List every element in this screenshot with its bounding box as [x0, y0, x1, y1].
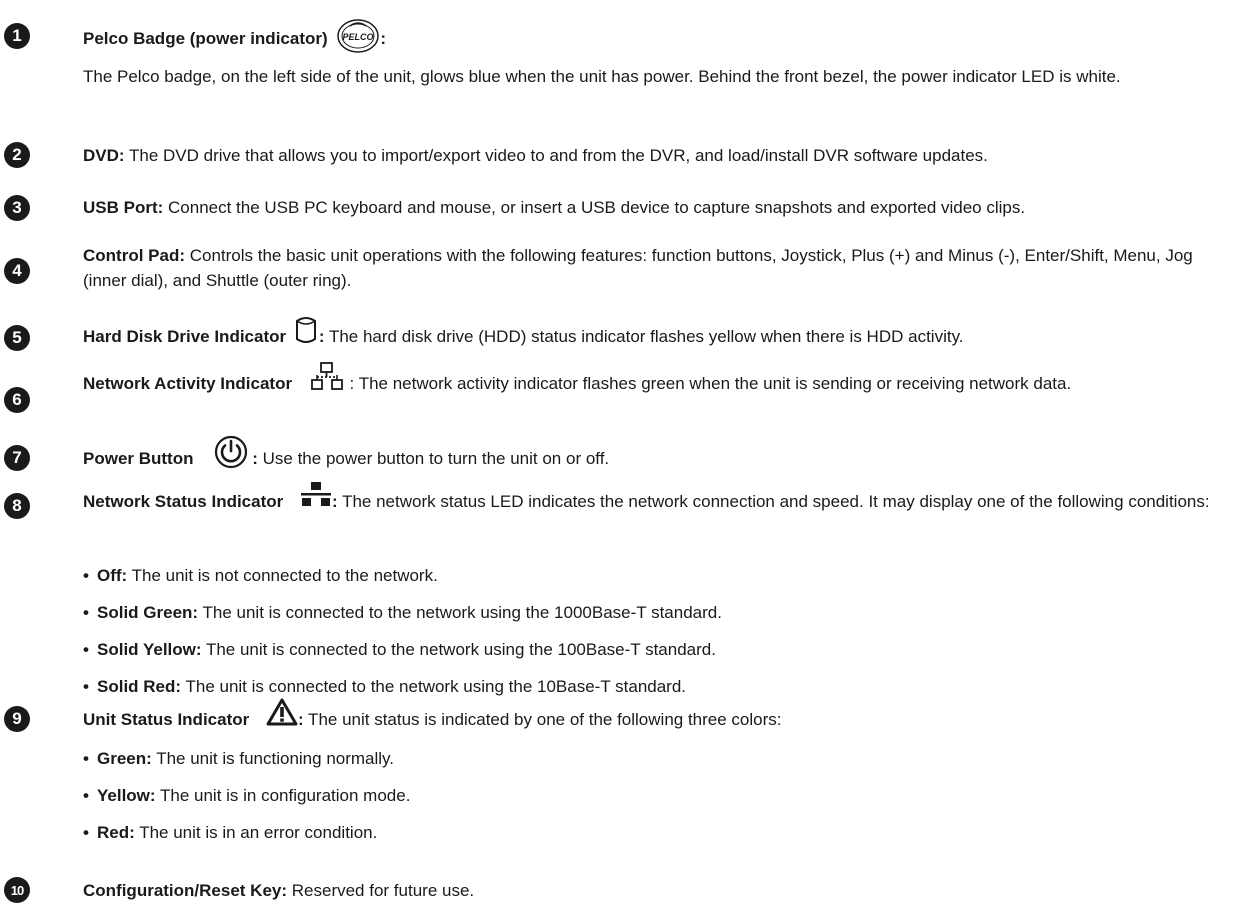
callout-number-9: 9 [4, 706, 30, 732]
item-title: Pelco Badge (power indicator) [83, 28, 328, 48]
item-text: The unit status is indicated by one of t… [303, 710, 782, 729]
network-activity-icon [310, 361, 343, 398]
power-icon [214, 435, 248, 476]
item-title: Power Button [83, 448, 194, 468]
list-item: • Red: The unit is in an error condition. [83, 823, 378, 842]
callout-number-5: 5 [4, 325, 30, 351]
callout-number-2: 2 [4, 142, 30, 168]
list-item: • Yellow: The unit is in configuration mo… [83, 786, 411, 805]
pelco-logo-icon: PELCO [336, 18, 380, 61]
list-item: • Solid Green: The unit is connected to t… [83, 603, 722, 622]
list-item: • Off: The unit is not connected to the n… [83, 566, 438, 585]
item-1-text: The Pelco badge, on the left side of the… [83, 67, 1121, 86]
item-title: Network Status Indicator [83, 492, 284, 511]
callout-number-10: 10 [4, 877, 30, 903]
callout-number-6: 6 [4, 387, 30, 413]
pelco-logo-text: PELCO [343, 32, 374, 42]
callout-number-3: 3 [4, 195, 30, 221]
item-text: The network status LED indicates the net… [337, 492, 1210, 511]
item-text: Controls the basic unit operations with … [83, 246, 1193, 290]
item-text: Reserved for future use. [287, 881, 475, 900]
warning-triangle-icon [266, 698, 298, 733]
item-text: The hard disk drive (HDD) status indicat… [324, 327, 964, 346]
item-title: Unit Status Indicator [83, 710, 250, 729]
item-title: USB Port: [83, 198, 164, 217]
item-text: The DVD drive that allows you to import/… [124, 146, 988, 165]
hard-disk-icon [295, 316, 317, 351]
item-text: Use the power button to turn the unit on… [257, 448, 610, 468]
network-status-icon [300, 481, 332, 514]
callout-number-7: 7 [4, 445, 30, 471]
item-title: DVD: [83, 146, 125, 165]
callout-number-4: 4 [4, 258, 30, 284]
item-title: Network Activity Indicator [83, 374, 293, 393]
callout-number-8: 8 [4, 493, 30, 519]
item-title-colon: : [380, 28, 387, 48]
item-text: : The network activity indicator flashes… [344, 374, 1072, 393]
list-item: • Green: The unit is functioning normally… [83, 749, 395, 768]
list-item: • Solid Red: The unit is connected to the… [83, 677, 687, 696]
item-title: Control Pad: [83, 246, 185, 265]
item-title: Hard Disk Drive Indicator [83, 327, 287, 346]
item-text: Connect the USB PC keyboard and mouse, o… [163, 198, 1026, 217]
callout-number-1: 1 [4, 23, 30, 49]
item-1-heading: Pelco Badge (power indicator) PELCO : [83, 18, 1228, 61]
list-item: • Solid Yellow: The unit is connected to … [83, 640, 716, 659]
item-title: Configuration/Reset Key: [83, 881, 288, 900]
